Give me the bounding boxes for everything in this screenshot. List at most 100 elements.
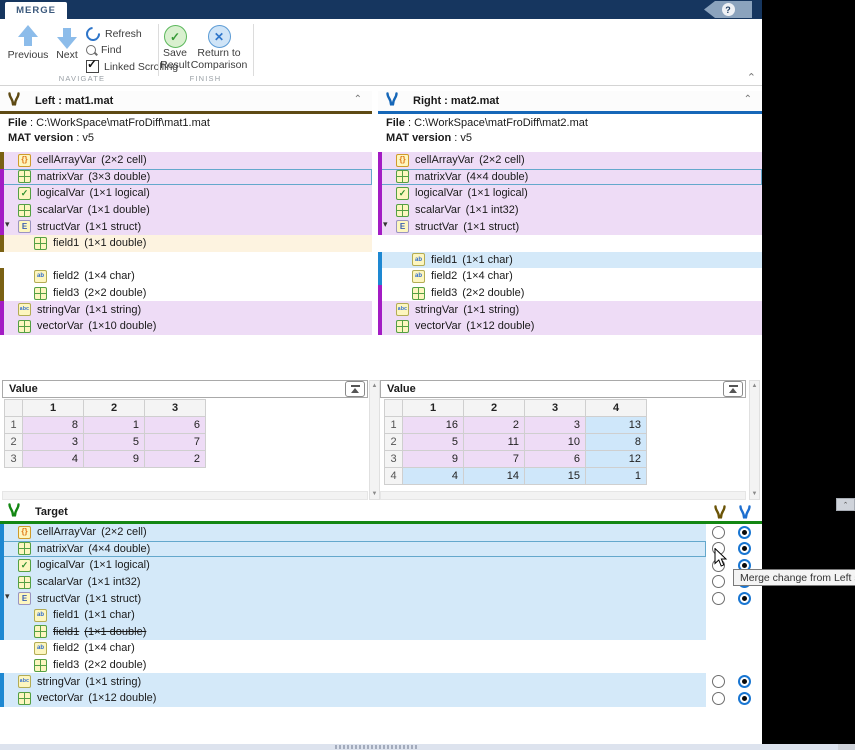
value-cell[interactable]: 13	[586, 417, 647, 434]
right-value-hscrollbar[interactable]	[380, 491, 746, 500]
tree-row-field1[interactable]: abfield1(1×1 char)	[378, 252, 762, 269]
tree-row-field2[interactable]: abfield2(1×4 char)	[0, 268, 372, 285]
value-cell[interactable]: 4	[23, 451, 84, 468]
merge-right-radio-stringVar[interactable]	[738, 675, 751, 688]
left-panel-header[interactable]: Left : mat1.mat ⌃	[0, 91, 372, 111]
value-cell[interactable]: 8	[23, 417, 84, 434]
collapse-panel-icon[interactable]	[345, 381, 365, 397]
value-cell[interactable]: 5	[84, 434, 145, 451]
tree-row-field2[interactable]: abfield2(1×4 char)	[0, 640, 706, 657]
right-panel-header[interactable]: Right : mat2.mat ⌃	[378, 91, 762, 111]
expander-icon[interactable]: ▾	[5, 591, 10, 602]
value-cell[interactable]: 6	[525, 451, 586, 468]
row-header[interactable]: 1	[385, 417, 403, 434]
value-cell[interactable]: 1	[586, 468, 647, 485]
value-cell[interactable]: 1	[84, 417, 145, 434]
left-value-scrollbar[interactable]: ▲▼	[369, 380, 380, 500]
help-button[interactable]: ?	[704, 1, 752, 18]
value-cell[interactable]: 12	[586, 451, 647, 468]
tree-row-matrixVar[interactable]: matrixVar(4×4 double)	[0, 541, 706, 558]
column-header[interactable]: 4	[586, 400, 647, 417]
value-cell[interactable]: 5	[403, 434, 464, 451]
row-header[interactable]: 4	[385, 468, 403, 485]
tree-row-vectorVar[interactable]: vectorVar(1×12 double)	[378, 318, 762, 335]
value-cell[interactable]: 7	[464, 451, 525, 468]
tree-row-stringVar[interactable]: abcstringVar(1×1 string)	[378, 301, 762, 318]
value-cell[interactable]: 3	[23, 434, 84, 451]
refresh-button[interactable]: Refresh	[86, 27, 142, 41]
value-cell[interactable]: 14	[464, 468, 525, 485]
tree-row-structVar[interactable]: ▾EstructVar(1×1 struct)	[0, 218, 372, 235]
column-header[interactable]: 3	[145, 400, 206, 417]
column-header[interactable]: 2	[84, 400, 145, 417]
value-cell[interactable]: 3	[525, 417, 586, 434]
tree-row-logicalVar[interactable]: ✓logicalVar(1×1 logical)	[0, 185, 372, 202]
tree-row-structVar[interactable]: ▾EstructVar(1×1 struct)	[378, 218, 762, 235]
row-header[interactable]: 3	[385, 451, 403, 468]
merge-right-radio-structVar[interactable]	[738, 592, 751, 605]
column-header[interactable]: 1	[403, 400, 464, 417]
value-cell[interactable]: 9	[84, 451, 145, 468]
tree-row-logicalVar[interactable]: ✓logicalVar(1×1 logical)	[0, 557, 706, 574]
tree-row-structVar[interactable]: ▾EstructVar(1×1 struct)	[0, 590, 706, 607]
merge-right-radio-vectorVar[interactable]	[738, 692, 751, 705]
merge-left-radio-vectorVar[interactable]	[712, 692, 725, 705]
tree-row-vectorVar[interactable]: vectorVar(1×12 double)	[0, 690, 706, 707]
tree-row-scalarVar[interactable]: scalarVar(1×1 int32)	[378, 202, 762, 219]
merge-left-radio-scalarVar[interactable]	[712, 575, 725, 588]
tree-row-matrixVar[interactable]: matrixVar(3×3 double)	[0, 169, 372, 186]
tree-row-cellArrayVar[interactable]: {}cellArrayVar(2×2 cell)	[378, 152, 762, 169]
collapse-ribbon-button[interactable]: ⌃	[747, 71, 756, 84]
return-to-comparison-button[interactable]: ✕ Return to Comparison	[188, 25, 250, 71]
merge-left-radio-stringVar[interactable]	[712, 675, 725, 688]
tree-row-stringVar[interactable]: abcstringVar(1×1 string)	[0, 301, 372, 318]
chevron-up-icon[interactable]: ⌃	[744, 94, 752, 105]
value-cell[interactable]: 2	[464, 417, 525, 434]
tree-row-field3[interactable]: field3(2×2 double)	[0, 285, 372, 302]
column-header[interactable]: 2	[464, 400, 525, 417]
right-value-scrollbar[interactable]: ▲▼	[749, 380, 760, 500]
value-cell[interactable]: 9	[403, 451, 464, 468]
tree-row-field1[interactable]: abfield1(1×1 char)	[0, 607, 706, 624]
tree-row-scalarVar[interactable]: scalarVar(1×1 double)	[0, 202, 372, 219]
value-cell[interactable]: 10	[525, 434, 586, 451]
expander-icon[interactable]: ▾	[5, 219, 10, 230]
find-button[interactable]: Find	[86, 44, 121, 56]
column-header[interactable]: 3	[525, 400, 586, 417]
row-header[interactable]: 2	[5, 434, 23, 451]
row-header[interactable]: 1	[5, 417, 23, 434]
value-cell[interactable]: 7	[145, 434, 206, 451]
previous-button[interactable]: Previous	[6, 25, 50, 61]
merge-right-radio-matrixVar[interactable]	[738, 542, 751, 555]
tree-row-logicalVar[interactable]: ✓logicalVar(1×1 logical)	[378, 185, 762, 202]
value-cell[interactable]: 8	[586, 434, 647, 451]
value-cell[interactable]: 6	[145, 417, 206, 434]
value-cell[interactable]: 15	[525, 468, 586, 485]
tree-row-stringVar[interactable]: abcstringVar(1×1 string)	[0, 673, 706, 690]
value-cell[interactable]: 16	[403, 417, 464, 434]
tree-row-vectorVar[interactable]: vectorVar(1×10 double)	[0, 318, 372, 335]
chevron-up-icon[interactable]: ⌃	[354, 94, 362, 105]
collapse-panel-icon[interactable]	[723, 381, 743, 397]
merge-left-radio-structVar[interactable]	[712, 592, 725, 605]
tree-row-cellArrayVar[interactable]: {}cellArrayVar(2×2 cell)	[0, 524, 706, 541]
merge-left-radio-cellArrayVar[interactable]	[712, 526, 725, 539]
next-button[interactable]: Next	[50, 25, 84, 61]
value-cell[interactable]: 2	[145, 451, 206, 468]
tree-row-scalarVar[interactable]: scalarVar(1×1 int32)	[0, 574, 706, 591]
left-value-hscrollbar[interactable]	[2, 491, 368, 500]
tree-row-field1[interactable]: field1(1×1 double)	[0, 235, 372, 252]
merge-right-radio-cellArrayVar[interactable]	[738, 526, 751, 539]
row-header[interactable]: 3	[5, 451, 23, 468]
tree-row-matrixVar[interactable]: matrixVar(4×4 double)	[378, 169, 762, 186]
tree-row-field2[interactable]: abfield2(1×4 char)	[378, 268, 762, 285]
tree-row-field3[interactable]: field3(2×2 double)	[0, 657, 706, 674]
expander-icon[interactable]: ▾	[383, 219, 388, 230]
tree-row-cellArrayVar[interactable]: {}cellArrayVar(2×2 cell)	[0, 152, 372, 169]
row-header[interactable]: 2	[385, 434, 403, 451]
value-cell[interactable]: 4	[403, 468, 464, 485]
tree-row-field1[interactable]: field1(1×1 double)	[0, 624, 706, 641]
tab-merge[interactable]: MERGE	[5, 2, 67, 19]
column-header[interactable]: 1	[23, 400, 84, 417]
value-cell[interactable]: 11	[464, 434, 525, 451]
